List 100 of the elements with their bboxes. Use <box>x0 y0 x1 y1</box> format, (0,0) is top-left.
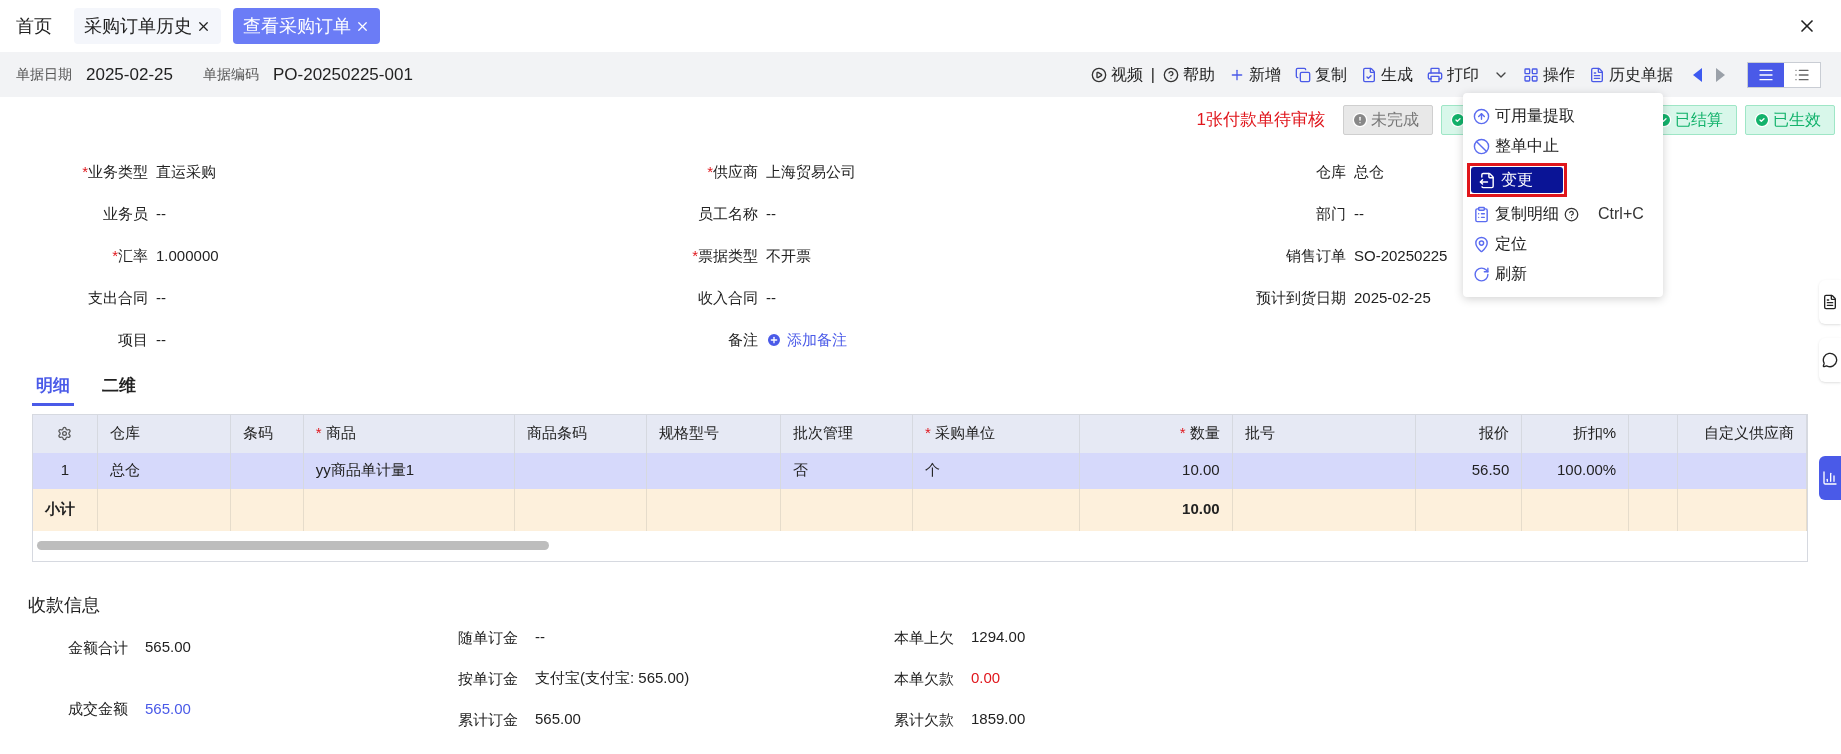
field-label: 业务类型 <box>88 161 148 182</box>
field-value: 2025-02-25 <box>1354 287 1431 308</box>
field-value: -- <box>766 203 776 224</box>
copy-icon <box>1295 66 1311 83</box>
field-value: -- <box>766 287 776 308</box>
location-pin-icon <box>1473 235 1490 253</box>
toolbar-button[interactable]: 生成 <box>1361 62 1413 87</box>
alert-text[interactable]: 1张付款单待审核 <box>1196 107 1325 133</box>
document-icon <box>1822 294 1838 310</box>
toolbar-button[interactable]: 新增 <box>1229 62 1281 87</box>
field-value: SO-20250225 <box>1354 245 1448 266</box>
left-arrow-icon[interactable] <box>1693 67 1702 82</box>
side-panel-button[interactable] <box>1819 338 1841 382</box>
table-cell-text: yy商品单计量1 <box>315 460 415 481</box>
add-note-link[interactable]: 添加备注 <box>766 328 847 352</box>
menu-item[interactable]: 整单中止 <box>1473 133 1559 159</box>
view-toggle-button[interactable] <box>1748 62 1784 87</box>
field-label: 单据编码 <box>202 65 259 84</box>
required-mark: * <box>1179 423 1186 444</box>
document-check-icon <box>1361 66 1377 83</box>
field-label: 金额合计 <box>67 637 128 658</box>
field-value: 0.00 <box>970 667 1002 688</box>
column-header: 采购单位 <box>934 423 995 444</box>
scrollbar[interactable] <box>37 541 549 550</box>
table-row[interactable]: 1 总仓 yy商品单计量1 否 个 10.00 56.50 100.00% <box>33 452 1807 489</box>
field-label: 累计欠款 <box>893 709 954 730</box>
help-icon[interactable] <box>1564 206 1579 222</box>
section-title: 收款信息 <box>27 593 101 617</box>
play-icon <box>1090 66 1107 83</box>
field-label: 仓库 <box>1316 161 1346 182</box>
plus-icon <box>766 332 782 348</box>
toolbar-button[interactable]: 复制 <box>1295 62 1347 87</box>
field-value: 1.000000 <box>156 245 219 266</box>
page-tab[interactable]: 查看采购订单 <box>233 8 380 44</box>
menu-item[interactable]: 定位 <box>1473 231 1527 257</box>
field-value: -- <box>156 287 166 308</box>
column-header: 批号 <box>1244 423 1275 444</box>
column-header: 商品 <box>325 423 356 444</box>
printer-icon <box>1427 66 1443 83</box>
menu-item[interactable]: 可用量提取 <box>1473 103 1575 129</box>
document-arrow-icon <box>1479 171 1496 189</box>
side-panel-button[interactable] <box>1819 280 1841 324</box>
field-label: 本单上欠 <box>893 627 954 648</box>
toolbar-button[interactable]: 视频 <box>1090 62 1143 87</box>
view-toggle-button[interactable] <box>1784 62 1820 87</box>
menu-item[interactable]: 复制明细 Ctrl+C <box>1473 201 1644 227</box>
field-label: 业务员 <box>103 203 148 224</box>
toolbar-button[interactable]: 打印 <box>1427 62 1479 87</box>
page-tab[interactable]: 采购订单历史 <box>74 8 221 44</box>
column-header: 报价 <box>1479 423 1510 444</box>
detail-tab[interactable]: 明细 <box>32 373 74 406</box>
detail-tab[interactable]: 二维 <box>98 373 140 406</box>
status-badge: 已生效 <box>1745 105 1835 135</box>
column-header: 数量 <box>1189 423 1220 444</box>
field-value: 直运采购 <box>156 161 216 182</box>
field-label: 预计到货日期 <box>1256 287 1346 308</box>
field-label: 随单订金 <box>457 627 518 648</box>
table-cell-text: 100.00% <box>1556 460 1617 481</box>
column-header: 折扣% <box>1572 423 1617 444</box>
field-label: 销售订单 <box>1286 245 1346 266</box>
toolbar-button[interactable]: 历史单据 <box>1589 62 1673 87</box>
upload-icon <box>1473 107 1490 125</box>
table-cell-text: 10.00 <box>1182 460 1220 481</box>
field-label: 汇率 <box>118 245 148 266</box>
required-mark: * <box>707 161 713 182</box>
subtotal-cell-text: 10.00 <box>1182 499 1220 520</box>
separator: | <box>1150 64 1155 85</box>
field-value: -- <box>534 626 546 647</box>
field-value: 2025-02-25 <box>86 63 173 86</box>
grid-icon <box>1523 66 1539 83</box>
field-value: 支付宝(支付宝: 565.00) <box>534 667 691 688</box>
field-value: 565.00 <box>534 708 582 729</box>
field-label: 单据日期 <box>16 65 72 84</box>
menu-item[interactable]: 变更 <box>1471 167 1563 193</box>
required-mark: * <box>112 245 118 266</box>
field-label: 按单订金 <box>457 668 518 689</box>
required-mark: * <box>82 161 88 182</box>
field-value: -- <box>156 203 166 224</box>
field-label: 票据类型 <box>698 245 758 266</box>
subtotal-cell-text: 小计 <box>45 499 75 520</box>
table-cell-text: 56.50 <box>1471 460 1510 481</box>
field-value: -- <box>156 329 166 350</box>
status-badge: 未完成 <box>1343 105 1433 135</box>
table-cell-text: 总仓 <box>109 460 140 481</box>
field-label: 成交金额 <box>67 699 128 720</box>
field-value: PO-20250225-001 <box>272 63 413 86</box>
field-value: 不开票 <box>766 245 811 266</box>
column-header: 自定义供应商 <box>1704 423 1794 444</box>
menu-item[interactable]: 刷新 <box>1473 261 1527 287</box>
chart-icon <box>1822 470 1838 486</box>
field-value: 565.00 <box>144 637 192 657</box>
refresh-icon <box>1473 265 1490 283</box>
settings-icon[interactable] <box>57 426 73 441</box>
page-tab[interactable]: 首页 <box>6 8 62 44</box>
column-header: 商品条码 <box>527 423 588 444</box>
field-value: 1859.00 <box>970 708 1027 729</box>
toolbar-button[interactable]: 操作 <box>1523 62 1575 87</box>
toolbar-button[interactable]: 帮助 <box>1163 62 1215 87</box>
table-cell-text: 1 <box>60 460 70 481</box>
shortcut-text: Ctrl+C <box>1598 204 1644 224</box>
